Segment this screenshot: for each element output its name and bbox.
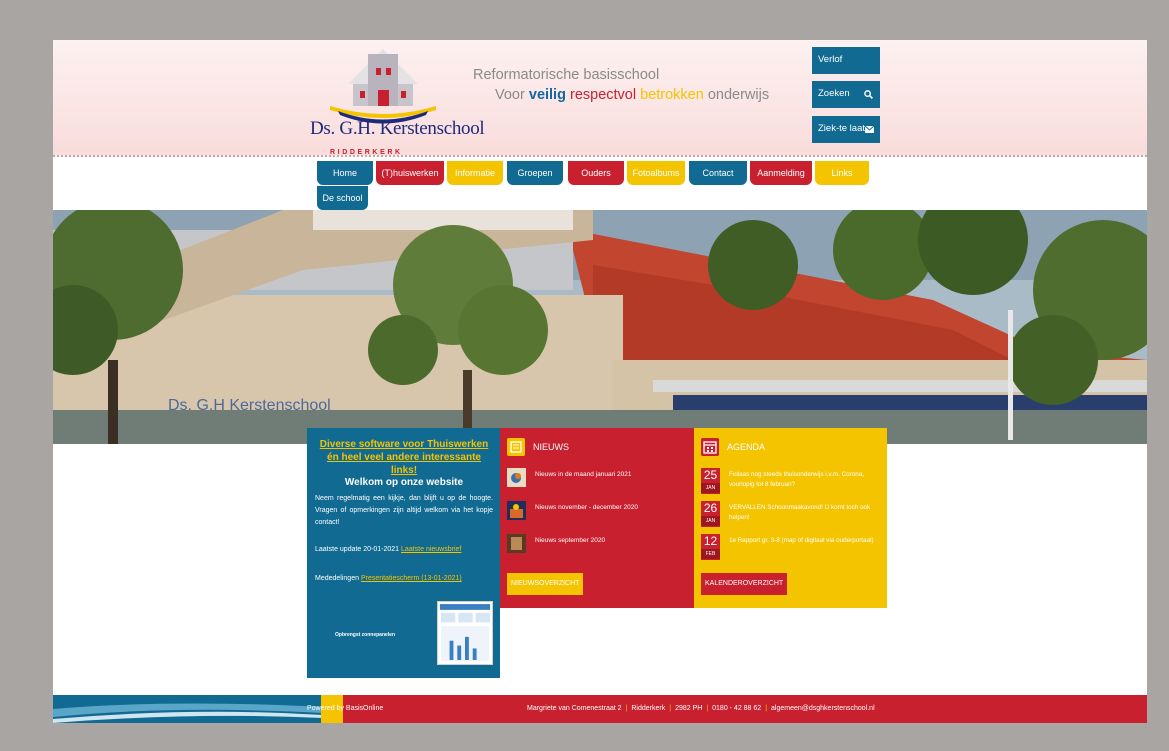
news-thumbnail [507, 501, 526, 520]
search-icon [864, 90, 873, 99]
nav-contact[interactable]: Contact [689, 161, 747, 185]
school-building-photo: Ds. G.H Kerstenschool [53, 210, 1147, 444]
news-item-label: Nieuws november - december 2020 [535, 504, 638, 511]
news-thumbnail [507, 534, 526, 553]
news-title: NIEUWS [533, 442, 569, 452]
footer-street: Margriete van Comenestraat 2 [527, 705, 622, 712]
nav-aanmelding[interactable]: Aanmelding [750, 161, 812, 185]
event-date-badge: 12 FEB [701, 534, 720, 560]
footer-address: Margriete van Comenestraat 2 | Ridderkerk |… [527, 705, 875, 712]
mededelingen-label: Mededelingen [315, 575, 359, 582]
welcome-title: Welkom op onze website [344, 477, 464, 488]
tagline-line1: Reformatorische basisschool [473, 67, 660, 83]
footer-zip: 2982 PH [675, 705, 703, 712]
footer: Powered by BasisOnline Margriete van Com… [53, 695, 1147, 723]
ziek-te-laat-button[interactable]: Ziek-te laat [812, 116, 880, 143]
nav-links[interactable]: Links [815, 161, 869, 185]
agenda-event-3[interactable]: 12 FEB 1e Rapport gr. 3-8 (map of digita… [701, 534, 881, 560]
news-item-september-2020[interactable]: Nieuws september 2020 [507, 534, 687, 554]
event-text: VERVALLEN Schoonmaakavond! U komt toch o… [729, 504, 871, 521]
event-text: 1e Rapport gr. 3-8 (map of digitaal via … [729, 537, 874, 544]
header: Ds. G.H. Kerstenschool RIDDERKERK Reform… [53, 40, 1147, 157]
tagline-word-veilig: veilig [528, 87, 566, 103]
news-panel: NIEUWS Nieuws in de maand januari 2021 N… [500, 428, 694, 608]
promo-link[interactable]: Diverse software voor Thuiswerken én hee… [315, 438, 493, 477]
news-item-nov-dec-2020[interactable]: Nieuws november - december 2020 [507, 501, 687, 521]
news-item-label: Nieuws in de maand januari 2021 [535, 471, 632, 478]
event-month: JAN [701, 483, 720, 493]
welcome-intro: Neem regelmatig een kijkje, dan blijft u… [315, 495, 493, 526]
news-item-label: Nieuws september 2020 [535, 537, 606, 544]
zoeken-label: Zoeken [818, 88, 850, 99]
nav-groepen[interactable]: Groepen [507, 161, 563, 185]
nav-ouders[interactable]: Ouders [568, 161, 624, 185]
verlof-button[interactable]: Verlof [812, 47, 880, 74]
logo-name: Ds. G.H. Kerstenschool [310, 118, 485, 139]
solar-panels-caption: Opbrengst zonnepanelen [335, 632, 396, 638]
welcome-panel: Diverse software voor Thuiswerken én hee… [307, 428, 500, 678]
update-line: Laatste update 20-01-2021 Laatste nieuws… [315, 546, 461, 553]
mededelingen-line: Mededelingen Presentatiescherm (13-01-20… [315, 575, 462, 582]
tagline-prefix: Voor [495, 87, 525, 103]
event-month: FEB [701, 549, 720, 559]
page: Ds. G.H. Kerstenschool RIDDERKERK Reform… [53, 40, 1147, 723]
nav-fotoalbums[interactable]: Fotoalbums [627, 161, 685, 185]
footer-phone: 0180 - 42 88 62 [712, 705, 762, 712]
news-item-january-2021[interactable]: Nieuws in de maand januari 2021 [507, 468, 687, 488]
agenda-title: AGENDA [727, 442, 766, 452]
logo-subtitle: RIDDERKERK [330, 149, 403, 156]
calendar-overview-button[interactable]: KALENDEROVERZICHT [701, 573, 788, 595]
event-day: 12 [703, 534, 718, 548]
verlof-label: Verlof [818, 54, 843, 65]
separator: | [765, 705, 768, 712]
nav-thuiswerken[interactable]: (T)huiswerken [376, 161, 444, 185]
zoeken-button[interactable]: Zoeken [812, 81, 880, 108]
calendar-icon [701, 438, 719, 456]
event-month: JAN [701, 516, 720, 526]
agenda-event-1[interactable]: 25 JAN Fiolaas nog steeds thuisonderwijs… [701, 468, 881, 494]
separator: | [625, 705, 628, 712]
hero-sign-text: Ds. G.H Kerstenschool [168, 397, 331, 414]
event-day: 25 [703, 468, 718, 482]
agenda-event-2[interactable]: 26 JAN VERVALLEN Schoonmaakavond! U komt… [701, 501, 881, 527]
footer-email-link[interactable]: algemeen@dsghkerstenschool.nl [771, 705, 875, 712]
separator: | [706, 705, 709, 712]
news-overview-button[interactable]: NIEUWSOVERZICHT [507, 573, 584, 595]
tagline-word-respectvol: respectvol [569, 87, 637, 103]
event-date-badge: 25 JAN [701, 468, 720, 494]
event-text: Fiolaas nog steeds thuisonderwijs i.v.m.… [729, 471, 864, 488]
hero-image: Ds. G.H Kerstenschool [53, 210, 1147, 444]
ziek-te-laat-label: Ziek-te laat [818, 123, 865, 134]
nav-home[interactable]: Home [317, 161, 373, 185]
news-thumbnail [507, 468, 526, 487]
tagline-line2: Voor veilig respectvol betrokken onderwi… [495, 87, 769, 103]
envelope-icon [865, 126, 874, 133]
newsletter-link[interactable]: Laatste nieuwsbrief [401, 546, 461, 553]
tagline-word-betrokken: betrokken [640, 87, 704, 103]
presentatiescherm-link[interactable]: Presentatiescherm (13-01-2021) [361, 575, 462, 582]
update-label: Laatste update 20-01-2021 [315, 546, 400, 553]
event-date-badge: 26 JAN [701, 501, 720, 527]
separator: | [669, 705, 672, 712]
nav-informatie[interactable]: Informatie [447, 161, 503, 185]
solar-panels-thumbnail[interactable] [437, 601, 493, 665]
footer-city: Ridderkerk [631, 705, 666, 712]
agenda-panel: AGENDA 25 JAN Fiolaas nog steeds thuison… [694, 428, 887, 608]
powered-by-link[interactable]: Powered by BasisOnline [307, 705, 383, 712]
event-day: 26 [703, 501, 718, 515]
nav-de-school[interactable]: De school [317, 186, 368, 210]
tagline-suffix: onderwijs [707, 87, 770, 103]
newspaper-icon [507, 438, 525, 456]
